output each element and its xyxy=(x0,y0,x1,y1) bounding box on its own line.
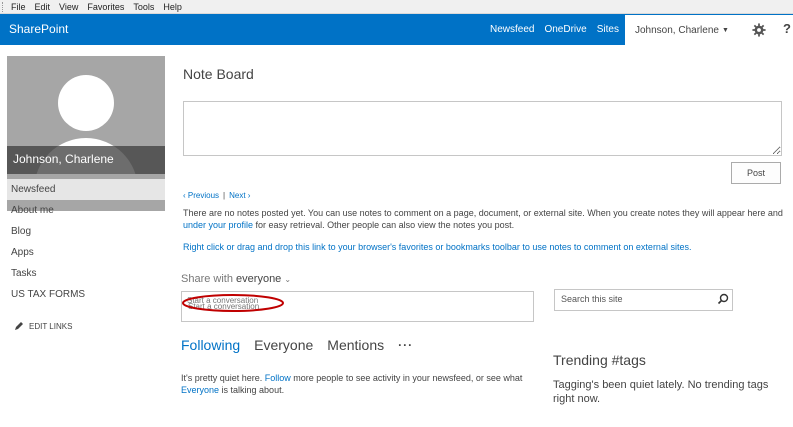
under-your-profile-link[interactable]: under your profile xyxy=(183,220,253,230)
pencil-icon xyxy=(15,322,23,330)
trending-tags-message: Tagging's been quiet lately. No trending… xyxy=(553,379,769,405)
suite-nav-onedrive[interactable]: OneDrive xyxy=(544,24,586,35)
tab-following[interactable]: Following xyxy=(181,337,240,353)
tab-everyone[interactable]: Everyone xyxy=(254,337,313,353)
pager-next[interactable]: Next › xyxy=(229,191,250,200)
no-notes-message: There are no notes posted yet. You can u… xyxy=(183,207,783,231)
quick-launch-newsfeed[interactable]: Newsfeed xyxy=(7,179,165,200)
pager-next-label: Next xyxy=(229,191,246,200)
suite-nav: Newsfeed OneDrive Sites xyxy=(490,14,629,45)
post-button[interactable]: Post xyxy=(731,162,781,184)
pager-previous-label: Previous xyxy=(187,191,220,200)
search-icon[interactable] xyxy=(717,293,729,305)
pager-separator: | xyxy=(223,191,226,200)
quiet-text-3: is talking about. xyxy=(219,385,285,395)
main-content: Note Board Post ‹ Previous | Next › There … xyxy=(165,45,793,427)
brand-link[interactable]: SharePoint xyxy=(9,22,68,36)
quick-launch-us-tax-forms[interactable]: US TAX FORMS xyxy=(7,284,165,305)
everyone-link[interactable]: Everyone xyxy=(181,385,219,395)
menu-file[interactable]: File xyxy=(11,2,26,12)
bookmarklet-link[interactable]: Right click or drag and drop this link t… xyxy=(183,242,691,252)
left-column: Johnson, Charlene Newsfeed About me Blog… xyxy=(0,45,165,427)
quick-launch: Newsfeed About me Blog Apps Tasks US TAX… xyxy=(7,179,165,305)
user-menu[interactable]: Johnson, Charlene xyxy=(635,25,719,36)
quick-launch-blog[interactable]: Blog xyxy=(7,221,165,242)
note-pager: ‹ Previous | Next › xyxy=(183,191,250,200)
suite-nav-newsfeed[interactable]: Newsfeed xyxy=(490,24,534,35)
red-annotation-ellipse xyxy=(182,294,284,312)
quick-launch-tasks[interactable]: Tasks xyxy=(7,263,165,284)
menu-tools[interactable]: Tools xyxy=(133,2,154,12)
quick-launch-about-me[interactable]: About me xyxy=(7,200,165,221)
avatar-head xyxy=(58,75,114,131)
more-icon[interactable]: ··· xyxy=(398,338,413,352)
menu-view[interactable]: View xyxy=(59,2,78,12)
help-button[interactable]: ? xyxy=(783,21,791,36)
pager-previous[interactable]: ‹ Previous xyxy=(183,191,219,200)
edit-links-label: EDIT LINKS xyxy=(29,321,73,331)
menu-edit[interactable]: Edit xyxy=(35,2,51,12)
share-audience: everyone xyxy=(236,273,282,285)
user-area: Johnson, Charlene ▼ ? xyxy=(625,14,793,45)
no-notes-text-1: There are no notes posted yet. You can u… xyxy=(183,208,783,218)
no-notes-text-2: for easy retrieval. Other people can als… xyxy=(253,220,515,230)
menu-help[interactable]: Help xyxy=(163,2,182,12)
quiet-feed-message: It's pretty quiet here. Follow more peop… xyxy=(181,372,551,396)
share-with-selector[interactable]: Share with everyone ⌄ xyxy=(181,273,291,285)
suite-bar: SharePoint Newsfeed OneDrive Sites Johns… xyxy=(0,14,793,45)
share-with-prefix: Share with xyxy=(181,273,233,285)
menubar-grip xyxy=(2,1,5,12)
tab-mentions[interactable]: Mentions xyxy=(327,337,384,353)
follow-link[interactable]: Follow xyxy=(265,373,291,383)
search-placeholder: Search this site xyxy=(561,294,623,304)
suite-nav-sites[interactable]: Sites xyxy=(597,24,619,35)
profile-name: Johnson, Charlene xyxy=(13,152,114,166)
edit-links-button[interactable]: EDIT LINKS xyxy=(14,321,72,331)
browser-menubar: File Edit View Favorites Tools Help xyxy=(0,0,793,14)
trending-tags-title: Trending #tags xyxy=(553,352,646,368)
chevron-down-icon[interactable]: ▼ xyxy=(722,27,729,34)
note-board-title: Note Board xyxy=(183,66,254,82)
quick-launch-apps[interactable]: Apps xyxy=(7,242,165,263)
menu-favorites[interactable]: Favorites xyxy=(87,2,124,12)
quiet-text-2: more people to see activity in your news… xyxy=(290,373,523,383)
chevron-down-icon: ⌄ xyxy=(284,275,292,284)
feed-tabs: Following Everyone Mentions ··· xyxy=(181,337,413,353)
note-board-input[interactable] xyxy=(183,101,782,156)
quiet-text-1: It's pretty quiet here. xyxy=(181,373,265,383)
gear-icon[interactable] xyxy=(752,23,766,37)
